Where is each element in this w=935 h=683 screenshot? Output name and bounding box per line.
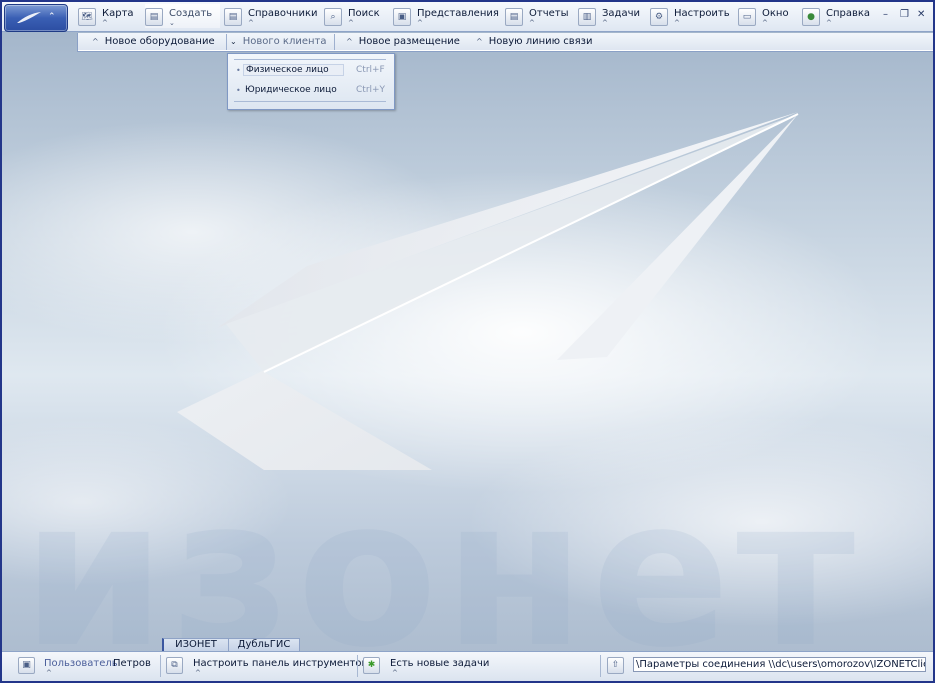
new-tasks-label: Есть новые задачи — [390, 658, 490, 669]
connection-path-field[interactable]: \Параметры соединения \\dc\users\omorozo… — [633, 657, 926, 672]
minimize-icon[interactable]: – — [883, 9, 888, 20]
search-icon: ⌕ — [324, 8, 342, 26]
create-subtoolbar: ^ Новое оборудование ⌄ Нового клиента ^ Нов… — [77, 33, 933, 52]
new-placement-button[interactable]: ^ Новое размещение — [346, 36, 460, 47]
menu-label: Окно — [762, 8, 789, 19]
feather-icon — [17, 12, 41, 23]
toolbar-settings-icon: ⧉ — [166, 657, 183, 674]
new-tasks-notice[interactable]: ✱ Есть новые задачи ^ — [363, 655, 563, 679]
menu-item-individual[interactable]: • Физическое лицо Ctrl+F — [233, 64, 389, 78]
chevron-up-icon: ⌃ — [48, 12, 56, 22]
menu-settings[interactable]: ⚙ Настроить ^ — [650, 4, 730, 28]
sub-label: Новую линию связи — [488, 36, 593, 47]
dropdown-divider — [234, 101, 386, 102]
new-client-dropdown: • Физическое лицо Ctrl+F • Юридическое л… — [227, 53, 395, 110]
sub-label: Новое оборудование — [104, 36, 215, 47]
application-window: изонет ⌃ 🗺 Карта ^ ▤ Создать ⌄ ▤ Справоч… — [0, 0, 935, 683]
chevron-up-icon: ^ — [602, 19, 608, 27]
tab-izonet[interactable]: ИЗОНЕТ — [162, 638, 229, 652]
bullet-icon: • — [236, 86, 241, 95]
user-name: Петров — [113, 658, 151, 669]
menu-views[interactable]: ▣ Представления ^ — [393, 4, 499, 28]
menu-item-label: Юридическое лицо — [245, 85, 337, 95]
new-link-button[interactable]: ^ Новую линию связи — [476, 36, 593, 47]
reference-icon: ▤ — [224, 8, 242, 26]
close-icon[interactable]: ✕ — [917, 9, 925, 20]
separator — [160, 655, 161, 677]
help-icon: ● — [802, 8, 820, 26]
new-equipment-button[interactable]: ^ Новое оборудование — [92, 36, 215, 47]
menu-item-legal-entity[interactable]: • Юридическое лицо Ctrl+Y — [233, 84, 389, 98]
sub-label: Нового клиента — [242, 36, 327, 47]
map-icon: 🗺 — [78, 8, 96, 26]
shortcut-label: Ctrl+F — [356, 65, 385, 75]
chevron-up-icon: ^ — [102, 19, 108, 27]
chevron-up-icon: ^ — [195, 669, 201, 677]
chevron-up-icon: ^ — [529, 19, 535, 27]
menu-label: Представления — [417, 8, 499, 19]
user-status[interactable]: ▣ Пользователь Петров ^ — [18, 655, 158, 679]
menu-label: Задачи — [602, 8, 640, 19]
dropdown-divider — [234, 59, 386, 60]
tasks-icon: ▥ — [578, 8, 596, 26]
user-caption: Пользователь — [44, 658, 118, 669]
paper-plane-graphic — [177, 112, 799, 470]
chevron-up-icon: ^ — [346, 37, 353, 46]
shortcut-label: Ctrl+Y — [356, 85, 386, 95]
views-icon: ▣ — [393, 8, 411, 26]
menu-help[interactable]: ● Справка ^ — [802, 4, 870, 28]
menu-reference[interactable]: ▤ Справочники ^ — [224, 4, 318, 28]
chevron-up-icon: ^ — [392, 669, 398, 677]
chevron-up-icon: ^ — [348, 19, 354, 27]
menu-label: Отчеты — [529, 8, 569, 19]
create-icon: ▤ — [145, 8, 163, 26]
chevron-up-icon: ^ — [674, 19, 680, 27]
reports-icon: ▤ — [505, 8, 523, 26]
menu-label: Настроить — [674, 8, 730, 19]
sub-label: Новое размещение — [358, 36, 460, 47]
bullet-icon: • — [236, 66, 241, 75]
chevron-up-icon: ^ — [476, 37, 483, 46]
puzzle-icon: ✱ — [363, 657, 380, 674]
menu-search[interactable]: ⌕ Поиск ^ — [324, 4, 380, 28]
separator — [334, 34, 335, 50]
toolbar-setup-button[interactable]: ⧉ Настроить панель инструментов ^ — [166, 655, 367, 679]
toolbar-setup-label: Настроить панель инструментов — [193, 658, 368, 669]
menu-reports[interactable]: ▤ Отчеты ^ — [505, 4, 568, 28]
menu-label: Карта — [102, 8, 134, 19]
menu-tasks[interactable]: ▥ Задачи ^ — [578, 4, 640, 28]
chevron-up-icon: ^ — [826, 19, 832, 27]
chevron-up-icon: ^ — [248, 19, 254, 27]
user-icon: ▣ — [18, 657, 35, 674]
menu-label: Справочники — [248, 8, 318, 19]
chevron-down-icon: ⌄ — [230, 37, 237, 46]
settings-icon: ⚙ — [650, 8, 668, 26]
menu-window[interactable]: ▭ Окно ^ — [738, 4, 789, 28]
menu-map[interactable]: 🗺 Карта ^ — [78, 4, 134, 28]
separator — [226, 34, 227, 50]
chevron-up-icon: ^ — [46, 669, 52, 677]
restore-icon[interactable]: ❐ — [900, 9, 909, 20]
status-bar: ▣ Пользователь Петров ^ ⧉ Настроить пане… — [2, 651, 933, 681]
menu-create[interactable]: ▤ Создать ⌄ — [145, 4, 221, 28]
new-client-button[interactable]: ⌄ Нового клиента — [230, 36, 326, 47]
chevron-up-icon: ^ — [762, 19, 768, 27]
menu-label: Поиск — [348, 8, 380, 19]
tab-dublgis[interactable]: ДубльГИС — [228, 638, 300, 652]
menu-label: Справка — [826, 8, 871, 19]
chevron-up-icon: ^ — [92, 37, 99, 46]
separator — [600, 655, 601, 677]
connection-icon[interactable]: ⇧ — [607, 657, 624, 674]
chevron-down-icon: ⌄ — [169, 19, 175, 27]
menu-label: Создать — [169, 8, 213, 19]
window-icon: ▭ — [738, 8, 756, 26]
chevron-up-icon: ^ — [417, 19, 423, 27]
main-menubar: ⌃ 🗺 Карта ^ ▤ Создать ⌄ ▤ Справочники ^ ⌕ П… — [2, 2, 933, 32]
menu-item-label: Физическое лицо — [243, 64, 344, 76]
separator — [357, 655, 358, 677]
app-menu-button[interactable]: ⌃ — [4, 4, 68, 32]
